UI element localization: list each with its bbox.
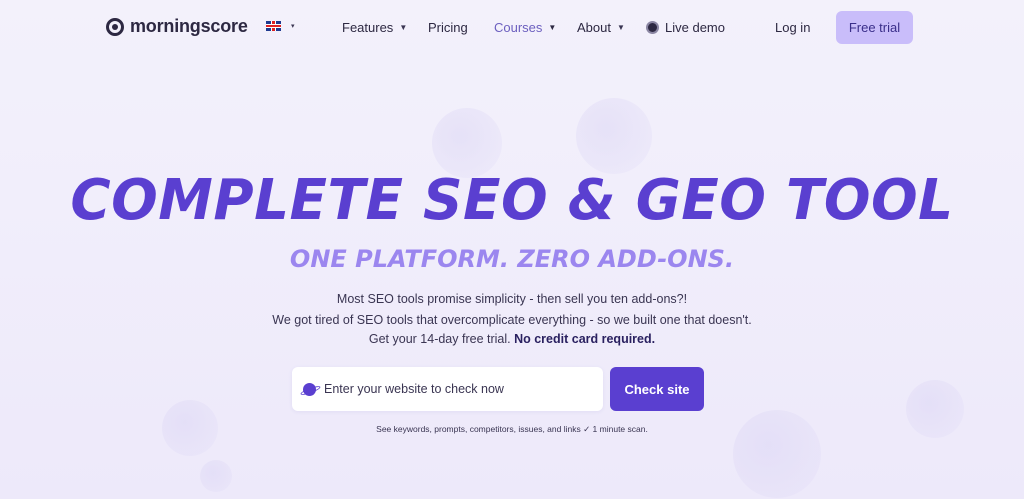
nav-features-label: Features bbox=[342, 20, 394, 35]
nav-pricing-label: Pricing bbox=[428, 20, 468, 35]
live-demo-icon bbox=[646, 21, 659, 34]
planet-icon bbox=[303, 382, 316, 396]
chevron-down-icon: ▾ bbox=[291, 23, 295, 30]
language-selector[interactable]: ▾ bbox=[266, 21, 295, 31]
nav-features[interactable]: Features ▼ bbox=[342, 20, 407, 35]
nav-courses-label: Courses bbox=[494, 20, 543, 35]
no-credit-card-text: No credit card required. bbox=[514, 332, 656, 346]
hero-title: COMPLETE SEO & GEO TOOL bbox=[70, 168, 954, 233]
site-header: morningscore ▾ Features ▼ Pricing Course… bbox=[0, 0, 1024, 55]
uk-flag-icon bbox=[266, 21, 281, 31]
website-input[interactable] bbox=[324, 382, 584, 396]
decor-bubble bbox=[200, 460, 232, 492]
chevron-down-icon: ▼ bbox=[616, 23, 625, 32]
login-label: Log in bbox=[775, 20, 811, 35]
check-site-button[interactable]: Check site bbox=[610, 367, 704, 411]
website-search-box[interactable] bbox=[292, 367, 603, 411]
chevron-down-icon: ▼ bbox=[399, 23, 408, 32]
hero-subtitle: ONE PLATFORM. ZERO ADD-ONS. bbox=[289, 245, 735, 273]
brand-name: morningscore bbox=[130, 16, 248, 36]
nav-about-label: About bbox=[577, 20, 611, 35]
login-link[interactable]: Log in bbox=[775, 20, 810, 35]
chevron-down-icon: ▼ bbox=[548, 23, 557, 32]
trial-text: Get your 14-day free trial. bbox=[368, 332, 511, 346]
nav-about[interactable]: About ▼ bbox=[577, 20, 625, 35]
hero-line-1: Most SEO tools promise simplicity - then… bbox=[336, 292, 688, 306]
free-trial-button[interactable]: Free trial bbox=[836, 11, 913, 44]
hero-line-3: Get your 14-day free trial. No credit ca… bbox=[0, 332, 1024, 346]
nav-live-demo-label: Live demo bbox=[665, 20, 725, 35]
brand-logo[interactable]: morningscore bbox=[106, 16, 248, 37]
decor-bubble bbox=[576, 98, 652, 174]
nav-live-demo[interactable]: Live demo bbox=[646, 20, 725, 35]
hero-line-2: We got tired of SEO tools that overcompl… bbox=[272, 313, 752, 327]
nav-pricing[interactable]: Pricing bbox=[428, 20, 468, 35]
scan-footnote: See keywords, prompts, competitors, issu… bbox=[376, 424, 648, 434]
nav-courses[interactable]: Courses ▼ bbox=[494, 20, 556, 35]
logo-icon bbox=[106, 17, 124, 36]
